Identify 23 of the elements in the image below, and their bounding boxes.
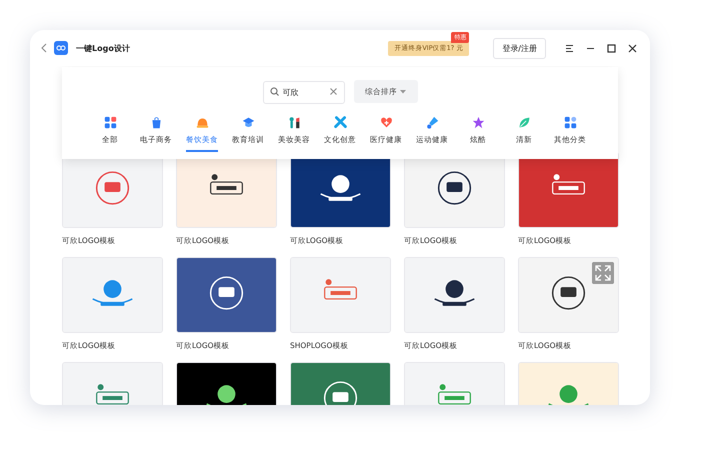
search-icon bbox=[270, 87, 278, 96]
category-icon bbox=[334, 116, 346, 129]
category-icon bbox=[472, 116, 484, 129]
caret-icon bbox=[400, 90, 406, 94]
category-icon bbox=[150, 116, 162, 129]
clear-icon[interactable] bbox=[328, 87, 338, 96]
menu-icon[interactable] bbox=[565, 44, 574, 52]
category-icon bbox=[288, 116, 300, 129]
category-icon bbox=[104, 116, 116, 129]
maximize-icon[interactable] bbox=[607, 44, 616, 52]
close-icon[interactable] bbox=[628, 44, 637, 52]
back-icon[interactable] bbox=[40, 43, 48, 53]
window-title: 一键Logo设计 bbox=[76, 42, 130, 54]
category-icon bbox=[380, 116, 392, 129]
category-icon bbox=[426, 116, 438, 129]
category-icon bbox=[564, 116, 576, 129]
category-icon bbox=[518, 116, 530, 129]
category-icon bbox=[242, 116, 254, 129]
login-button[interactable]: 登录/注册 bbox=[493, 38, 546, 58]
app-logo-icon bbox=[54, 41, 68, 55]
search-field[interactable]: 可欣 bbox=[262, 81, 344, 104]
expand-icon[interactable] bbox=[592, 262, 614, 284]
category-icon bbox=[196, 116, 208, 129]
